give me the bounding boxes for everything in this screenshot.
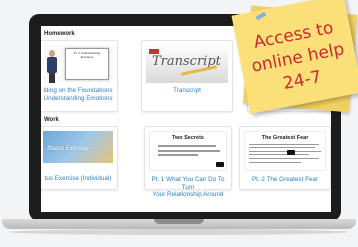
- thumb-doc-title: Two Secrets: [172, 135, 204, 141]
- thumb-exercise-text: Status Exercise: [47, 146, 89, 152]
- card-transcript[interactable]: Transcript Transcript: [141, 40, 233, 112]
- thumb-doc-title: The Greatest Fear: [261, 135, 309, 141]
- video-card-foundations[interactable]: Pt. 2 Understanding Emotions lding on th…: [41, 40, 118, 112]
- projector-screen: Pt. 2 Understanding Emotions: [65, 48, 109, 80]
- exercise-thumbnail[interactable]: Status Exercise: [43, 131, 113, 163]
- video-play-icon[interactable]: [216, 162, 224, 167]
- doc-line: [158, 154, 198, 156]
- card-title-link[interactable]: lding on the Foundations Understanding E…: [41, 87, 115, 102]
- section-work-title: Work: [44, 117, 59, 123]
- doc-line: [249, 158, 319, 159]
- doc-line: [158, 150, 220, 152]
- doc-line: [249, 144, 319, 145]
- doc-line: [249, 147, 315, 148]
- doc-line: [158, 145, 216, 147]
- doc-thumbnail[interactable]: Two Secrets: [149, 131, 227, 171]
- card-status-exercise[interactable]: Status Exercise tus Exercise (Individual…: [41, 126, 118, 190]
- section-homework-title: Homework: [44, 31, 75, 37]
- transcript-thumbnail[interactable]: Transcript: [146, 45, 228, 83]
- doc-line: [249, 162, 301, 163]
- video-play-icon[interactable]: [287, 150, 295, 155]
- card-title-link[interactable]: Pt. 2 The Greatest Fear: [242, 176, 328, 184]
- card-title-link[interactable]: tus Exercise (Individual): [41, 175, 115, 183]
- card-two-secrets[interactable]: Two Secrets Pt. 1 What You Can Do To Tur…: [144, 126, 232, 198]
- card-title-link[interactable]: Pt. 1 What You Can Do To Turn Your Relat…: [147, 176, 229, 199]
- laptop-shadow: [10, 229, 348, 235]
- doc-line: [249, 151, 321, 152]
- card-greatest-fear[interactable]: The Greatest Fear Pt. 2 The Greatest Fea…: [239, 126, 331, 190]
- slide-text: Pt. 2 Understanding Emotions: [73, 51, 101, 59]
- laptop-notch: [154, 219, 204, 224]
- card-title-link[interactable]: Transcript: [144, 87, 230, 95]
- video-thumbnail[interactable]: Pt. 2 Understanding Emotions: [43, 45, 113, 83]
- doc-line: [249, 154, 309, 155]
- presenter-image: [47, 50, 57, 83]
- doc-thumbnail[interactable]: The Greatest Fear: [244, 131, 326, 171]
